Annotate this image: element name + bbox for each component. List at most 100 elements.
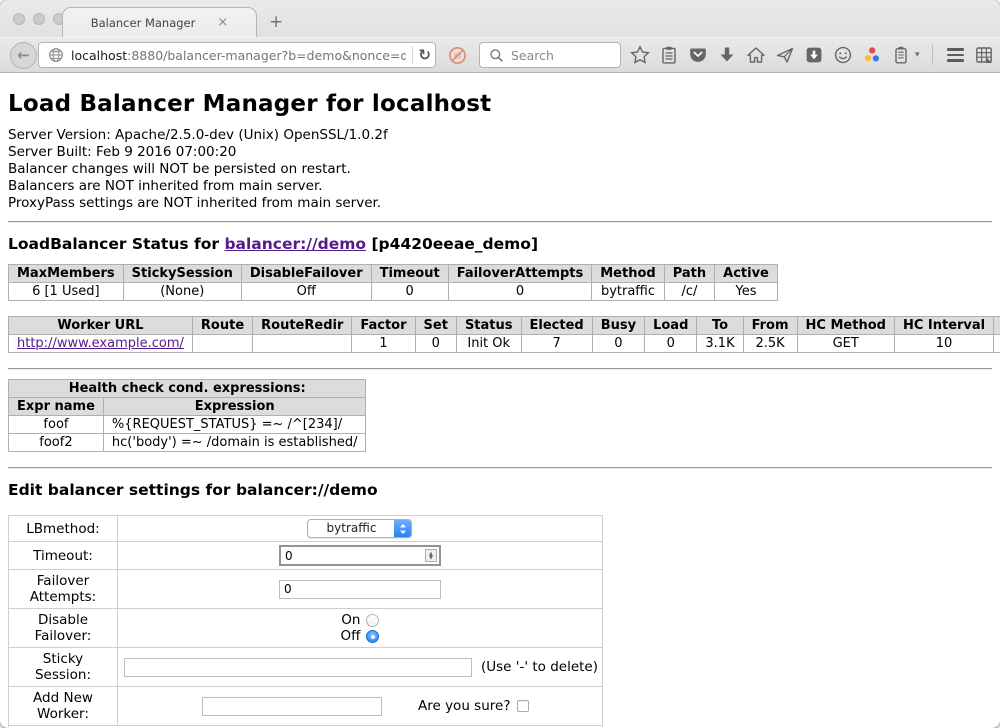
failover-radio-group: On Off bbox=[341, 612, 380, 644]
url-divider bbox=[412, 46, 413, 64]
menu-icon[interactable] bbox=[945, 45, 966, 66]
col-disablefailover: DisableFailover bbox=[241, 265, 371, 283]
timeout-row: Timeout: ▲▼ bbox=[9, 542, 603, 570]
home-icon[interactable] bbox=[745, 45, 766, 66]
url-path: :8880/balancer-manager?b=demo&nonce=decc… bbox=[127, 48, 405, 63]
balancer-demo-link[interactable]: balancer://demo bbox=[224, 235, 366, 253]
col-stickysession: StickySession bbox=[123, 265, 241, 283]
bookmark-star-icon[interactable] bbox=[629, 45, 650, 66]
inherit-note-line: Balancers are NOT inherited from main se… bbox=[8, 178, 992, 195]
proxypass-note-line: ProxyPass settings are NOT inherited fro… bbox=[8, 195, 992, 212]
table-header-row: Worker URL Route RouteRedir Factor Set S… bbox=[9, 317, 1000, 335]
balancer-settings-form: LBmethod: bytraffic Timeout: ▲▼ bbox=[8, 515, 603, 727]
table-header-row: MaxMembers StickySession DisableFailover… bbox=[9, 265, 778, 283]
blocked-content-icon[interactable] bbox=[447, 45, 468, 66]
divider bbox=[8, 368, 992, 370]
globe-icon bbox=[45, 45, 66, 66]
lbmethod-row: LBmethod: bytraffic bbox=[9, 516, 603, 542]
tab-bar: Balancer Manager × + bbox=[0, 0, 1000, 37]
server-info: Server Version: Apache/2.5.0-dev (Unix) … bbox=[8, 127, 992, 212]
number-spinner-icon[interactable]: ▲▼ bbox=[425, 549, 437, 562]
add-worker-label: Add New Worker: bbox=[9, 687, 118, 726]
select-arrows-icon bbox=[394, 520, 411, 537]
worker-url-link[interactable]: http://www.example.com/ bbox=[17, 336, 184, 351]
failover-attempts-input[interactable] bbox=[279, 580, 441, 599]
table-row: foof2 hc('body') =~ /domain is establish… bbox=[9, 434, 366, 452]
lbmethod-select[interactable]: bytraffic bbox=[307, 519, 412, 538]
failover-attempts-row: Failover Attempts: bbox=[9, 570, 603, 609]
worker-table: Worker URL Route RouteRedir Factor Set S… bbox=[8, 316, 1000, 353]
server-built-line: Server Built: Feb 9 2016 07:00:20 bbox=[8, 144, 992, 161]
url-text[interactable]: localhost:8880/balancer-manager?b=demo&n… bbox=[71, 48, 406, 63]
col-method: Method bbox=[592, 265, 664, 283]
divider bbox=[8, 467, 992, 469]
send-tab-icon[interactable] bbox=[774, 45, 795, 66]
tiles-icon[interactable] bbox=[974, 45, 995, 66]
sticky-session-label: Sticky Session: bbox=[9, 648, 118, 687]
server-version-line: Server Version: Apache/2.5.0-dev (Unix) … bbox=[8, 127, 992, 144]
tab-balancer-manager[interactable]: Balancer Manager × bbox=[62, 7, 257, 37]
reload-icon[interactable]: ↻ bbox=[418, 48, 431, 63]
radio-off[interactable] bbox=[366, 630, 379, 643]
close-window-button[interactable] bbox=[13, 13, 25, 25]
timeout-input[interactable] bbox=[279, 545, 441, 566]
search-bar[interactable] bbox=[479, 42, 621, 68]
table-row: http://www.example.com/ 1 0 Init Ok 7 0 … bbox=[9, 335, 1000, 353]
lbmethod-label: LBmethod: bbox=[9, 516, 118, 542]
downloads-icon[interactable] bbox=[716, 45, 737, 66]
are-you-sure-checkbox[interactable] bbox=[517, 700, 529, 712]
toolbar-divider bbox=[932, 45, 933, 65]
col-active: Active bbox=[715, 265, 778, 283]
radio-off-label: Off bbox=[341, 628, 361, 644]
container-caret-icon[interactable]: ▾ bbox=[915, 50, 920, 60]
page-title: Load Balancer Manager for localhost bbox=[8, 73, 992, 127]
are-you-sure-label: Are you sure? bbox=[418, 698, 511, 714]
status-heading: LoadBalancer Status for balancer://demo … bbox=[8, 235, 992, 253]
disable-failover-label: Disable Failover: bbox=[9, 609, 118, 648]
divider bbox=[8, 221, 992, 223]
navigation-toolbar: ← localhost:8880/balancer-manager?b=demo… bbox=[0, 37, 1000, 73]
page-content: Load Balancer Manager for localhost Serv… bbox=[0, 73, 1000, 727]
browser-window: Balancer Manager × + ← localhost:8880/ba… bbox=[0, 0, 1000, 728]
col-failoverattempts: FailoverAttempts bbox=[448, 265, 592, 283]
container-icon[interactable] bbox=[890, 45, 911, 66]
disable-failover-row: Disable Failover: On Off bbox=[9, 609, 603, 648]
radio-on-label: On bbox=[341, 612, 360, 628]
failover-attempts-label: Failover Attempts: bbox=[9, 570, 118, 609]
health-table-title: Health check cond. expressions: bbox=[9, 380, 366, 398]
back-button[interactable]: ← bbox=[10, 42, 37, 69]
window-controls[interactable] bbox=[13, 13, 65, 25]
persist-note-line: Balancer changes will NOT be persisted o… bbox=[8, 161, 992, 178]
add-worker-row: Add New Worker: Are you sure? bbox=[9, 687, 603, 726]
edit-settings-heading: Edit balancer settings for balancer://de… bbox=[8, 481, 992, 499]
tab-close-icon[interactable]: × bbox=[217, 15, 228, 30]
sticky-session-note: (Use '-' to delete) bbox=[481, 659, 598, 675]
forum-smiley-icon[interactable] bbox=[832, 45, 853, 66]
minimize-window-button[interactable] bbox=[33, 13, 45, 25]
timeout-label: Timeout: bbox=[9, 542, 118, 570]
sticky-session-input[interactable] bbox=[124, 658, 472, 677]
add-worker-input[interactable] bbox=[202, 697, 382, 716]
reading-list-icon[interactable] bbox=[658, 45, 679, 66]
search-input[interactable] bbox=[511, 48, 611, 63]
table-title-row: Health check cond. expressions: bbox=[9, 380, 366, 398]
tab-title: Balancer Manager bbox=[91, 16, 196, 30]
new-tab-button[interactable]: + bbox=[269, 12, 283, 32]
col-path: Path bbox=[664, 265, 714, 283]
colorful-dots-extension-icon[interactable] bbox=[861, 45, 882, 66]
sticky-session-row: Sticky Session: (Use '-' to delete) bbox=[9, 648, 603, 687]
extension-download-icon[interactable] bbox=[803, 45, 824, 66]
health-check-table: Health check cond. expressions: Expr nam… bbox=[8, 379, 366, 452]
radio-on[interactable] bbox=[366, 614, 379, 627]
status-heading-prefix: LoadBalancer Status for bbox=[8, 235, 224, 253]
table-header-row: Expr name Expression bbox=[9, 398, 366, 416]
search-icon bbox=[486, 45, 507, 66]
pocket-icon[interactable] bbox=[687, 45, 708, 66]
col-maxmembers: MaxMembers bbox=[9, 265, 124, 283]
lbmethod-selected-value: bytraffic bbox=[308, 520, 394, 537]
url-bar[interactable]: localhost:8880/balancer-manager?b=demo&n… bbox=[38, 42, 436, 68]
table-row: 6 [1 Used] (None) Off 0 0 bytraffic /c/ … bbox=[9, 283, 778, 301]
status-heading-suffix: [p4420eeae_demo] bbox=[366, 235, 538, 253]
url-domain: localhost bbox=[71, 48, 127, 63]
table-row: foof %{REQUEST_STATUS} =~ /^[234]/ bbox=[9, 416, 366, 434]
